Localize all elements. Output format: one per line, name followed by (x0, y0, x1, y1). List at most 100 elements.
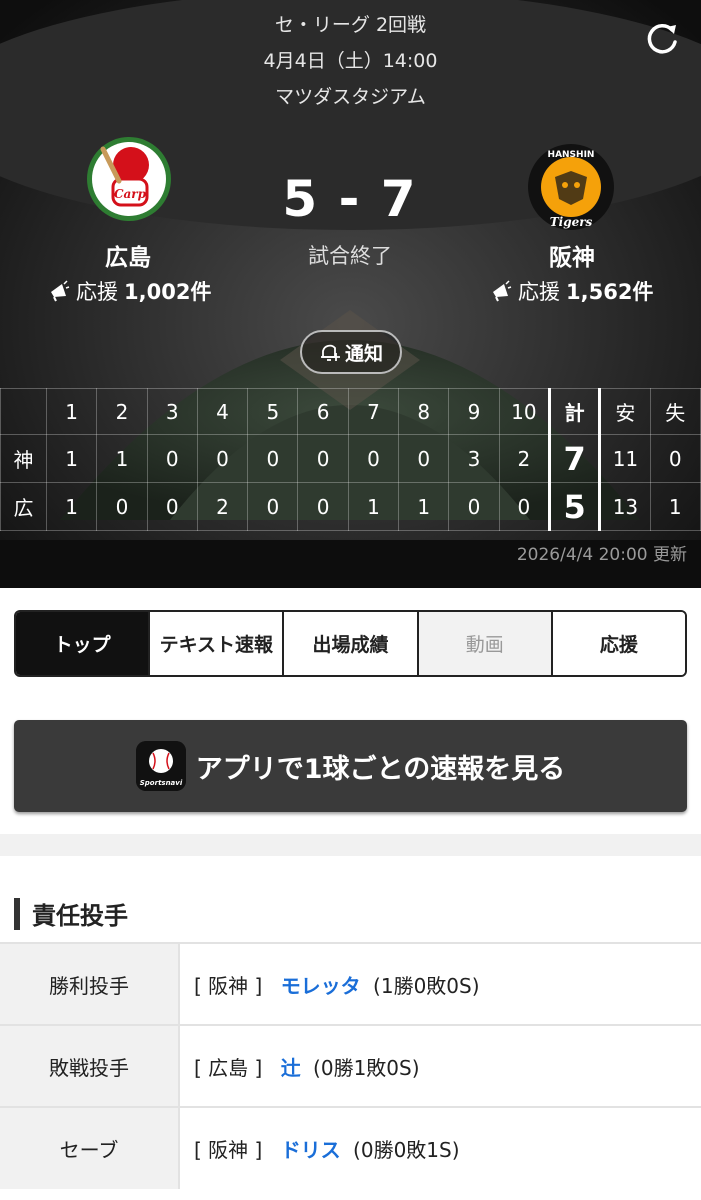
team-abbrev: 広 (0, 482, 47, 531)
inning-header: 2 (96, 388, 148, 435)
away-cheer-count[interactable]: 応援 1,562件 (490, 276, 653, 306)
tigers-logo: HANSHIN Tigers (528, 144, 614, 230)
scoreboard: 1 2 3 4 5 6 7 8 9 10 計 安 失 神 1 1 0 0 0 0… (0, 388, 701, 531)
pitcher-name-link[interactable]: ドリス (281, 1138, 341, 1162)
cheer-label: 応援 (76, 280, 118, 304)
pitcher-role: 敗戦投手 (0, 1024, 180, 1107)
home-cheer-count[interactable]: 応援 1,002件 (48, 276, 211, 306)
inning-score: 1 (96, 434, 148, 483)
inning-score: 1 (347, 482, 400, 531)
inning-score: 0 (96, 482, 148, 531)
errors-header: 失 (649, 388, 701, 435)
hits-header: 安 (599, 388, 651, 435)
inning-header: 4 (196, 388, 249, 435)
inning-score: 1 (45, 482, 98, 531)
inning-score: 2 (498, 434, 550, 483)
inning-score: 0 (146, 482, 198, 531)
inning-score: 0 (247, 482, 299, 531)
pitcher-detail: [ 阪神 ] モレッタ (1勝0敗0S) (179, 942, 701, 1025)
scoreboard-header-row: 1 2 3 4 5 6 7 8 9 10 計 安 失 (0, 388, 701, 435)
home-team-name[interactable]: 広島 (28, 238, 228, 272)
pitcher-record: (1勝0敗0S) (373, 973, 480, 998)
inning-score: 3 (448, 434, 500, 483)
inning-score: 2 (196, 482, 249, 531)
inning-score: 0 (498, 482, 550, 531)
inning-score: 1 (45, 434, 98, 483)
pitcher-row-loss: 敗戦投手 [ 広島 ] 辻 (0勝1敗0S) (0, 1024, 701, 1107)
inning-score: 0 (297, 434, 349, 483)
inning-header: 6 (297, 388, 349, 435)
pitcher-role: セーブ (0, 1106, 180, 1189)
tab-video: 動画 (418, 612, 553, 675)
pitcher-team: [ 阪神 ] (194, 973, 263, 998)
inning-header: 8 (398, 388, 450, 435)
tigers-logo-bottom-text: Tigers (550, 215, 593, 229)
total-runs: 5 (547, 482, 602, 531)
inning-score: 0 (398, 434, 450, 483)
main-content: トップ テキスト速報 出場成績 動画 応援 Sportsnavi アプリで1球ご… (0, 588, 701, 1200)
tab-top[interactable]: トップ (16, 612, 151, 675)
tigers-logo-top-text: HANSHIN (548, 150, 595, 160)
inning-score: 0 (297, 482, 349, 531)
inning-header: 10 (498, 388, 550, 435)
tab-cheer[interactable]: 応援 (552, 612, 685, 675)
game-datetime: 4月4日（土）14:00 (263, 50, 438, 72)
sportsnavi-app-icon: Sportsnavi (135, 741, 186, 791)
section-divider (0, 834, 701, 856)
megaphone-icon (493, 280, 512, 302)
cheer-label: 応援 (518, 280, 560, 304)
section-heading-text: 責任投手 (32, 902, 128, 930)
inning-header: 7 (347, 388, 400, 435)
heading-accent-bar (14, 897, 20, 930)
pitcher-detail: [ 広島 ] 辻 (0勝1敗0S) (179, 1024, 701, 1107)
pitcher-record: (0勝0敗1S) (353, 1138, 460, 1162)
total-header: 計 (547, 388, 602, 435)
tab-text-live[interactable]: テキスト速報 (150, 612, 285, 675)
tab-bar: トップ テキスト速報 出場成績 動画 応援 (14, 610, 687, 677)
pitcher-team: [ 阪神 ] (194, 1138, 263, 1162)
scoreboard-row-home: 広 1 0 0 2 0 0 1 1 0 0 5 13 1 (0, 482, 701, 531)
bell-plus-icon (320, 344, 340, 361)
inning-score: 0 (347, 434, 400, 483)
pitcher-role: 勝利投手 (0, 942, 180, 1025)
hits-count: 11 (599, 434, 651, 483)
notify-button[interactable]: 通知 (300, 330, 402, 374)
updated-timestamp: 2026/4/4 20:00 更新 (516, 545, 687, 565)
inning-header: 5 (247, 388, 299, 435)
tab-stats[interactable]: 出場成績 (284, 612, 419, 675)
reload-icon[interactable] (641, 18, 683, 60)
errors-count: 0 (649, 434, 701, 483)
errors-count: 1 (649, 482, 701, 531)
open-app-button[interactable]: Sportsnavi アプリで1球ごとの速報を見る (14, 720, 687, 812)
inning-header: 3 (146, 388, 198, 435)
pitcher-name-link[interactable]: モレッタ (281, 974, 361, 998)
game-header: セ・リーグ 2回戦 4月4日（土）14:00 マツダスタジアム Carp HAN… (0, 0, 701, 588)
responsible-pitchers-table: 勝利投手 [ 阪神 ] モレッタ (1勝0敗0S) 敗戦投手 [ 広島 ] 辻 … (0, 942, 701, 1189)
pitcher-name-link[interactable]: 辻 (281, 1056, 301, 1080)
game-status: 試合終了 (308, 244, 392, 268)
pitcher-record: (0勝1敗0S) (313, 1055, 420, 1080)
section-heading: 責任投手 (14, 896, 128, 931)
venue-label: マツダスタジアム (275, 86, 426, 108)
cheer-count-value: 1,002件 (124, 280, 212, 304)
pitcher-detail: [ 阪神 ] ドリス (0勝0敗1S) (179, 1106, 701, 1189)
inning-header: 9 (448, 388, 500, 435)
inning-header: 1 (45, 388, 98, 435)
inning-score: 1 (398, 482, 450, 531)
carp-logo-text: Carp (114, 187, 147, 201)
app-icon-text: Sportsnavi (139, 779, 182, 787)
inning-score: 0 (247, 434, 299, 483)
total-runs: 7 (547, 434, 602, 483)
pitcher-team: [ 広島 ] (194, 1055, 263, 1080)
scoreboard-header-cell (0, 388, 47, 435)
inning-score: 0 (196, 434, 249, 483)
team-abbrev: 神 (0, 434, 47, 483)
scoreboard-row-away: 神 1 1 0 0 0 0 0 0 3 2 7 11 0 (0, 434, 701, 483)
open-app-label: アプリで1球ごとの速報を見る (195, 753, 566, 785)
league-label: セ・リーグ 2回戦 (274, 14, 427, 36)
inning-score: 0 (448, 482, 500, 531)
inning-score: 0 (146, 434, 198, 483)
carp-logo: Carp (87, 137, 171, 221)
away-team-name[interactable]: 阪神 (472, 238, 672, 272)
pitcher-row-save: セーブ [ 阪神 ] ドリス (0勝0敗1S) (0, 1106, 701, 1189)
